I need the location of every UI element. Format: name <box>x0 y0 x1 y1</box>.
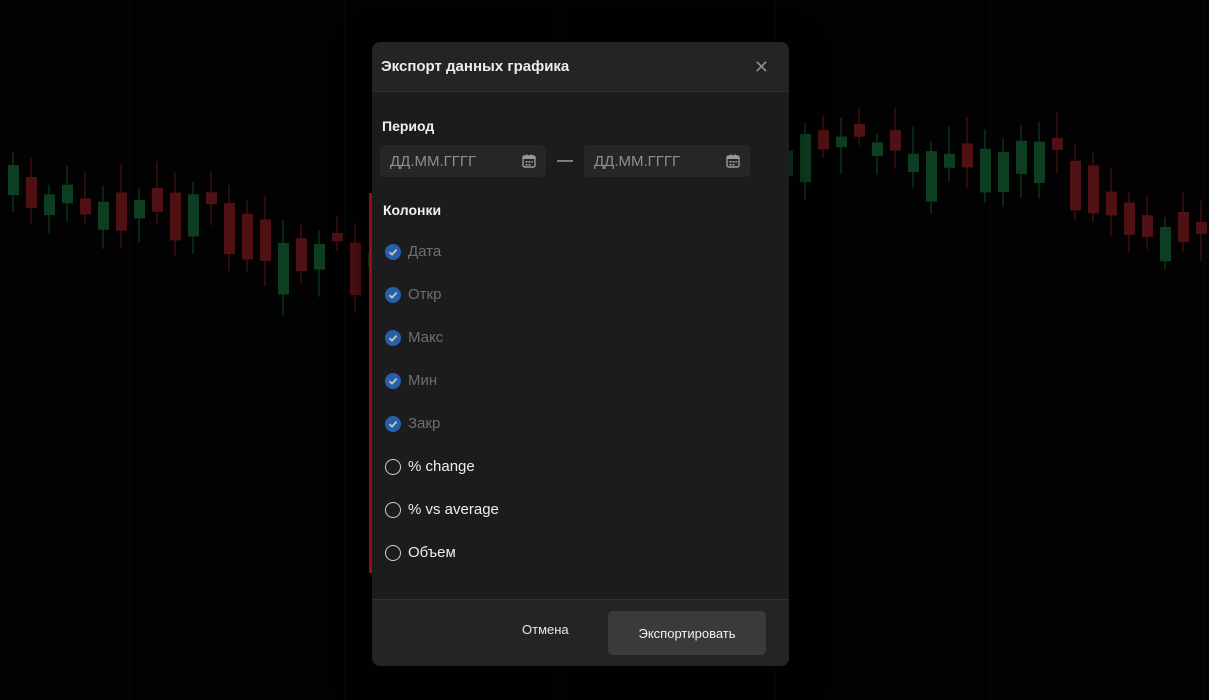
columns-list: Дата Откр Макс Мин Закр % change % vs av… <box>385 230 499 574</box>
column-label: % vs average <box>408 501 499 518</box>
checked-icon <box>385 372 401 389</box>
dialog-footer: Отмена Экспортировать <box>372 599 789 666</box>
cancel-button[interactable]: Отмена <box>522 622 569 637</box>
column-checkbox-volume[interactable]: Объем <box>385 531 499 574</box>
column-checkbox-open[interactable]: Откр <box>385 273 499 316</box>
date-from-field[interactable] <box>380 145 546 177</box>
date-to-field[interactable] <box>584 145 750 177</box>
unchecked-circle-icon <box>385 544 401 561</box>
column-checkbox-close[interactable]: Закр <box>385 402 499 445</box>
column-checkbox-high[interactable]: Макс <box>385 316 499 359</box>
column-label: Мин <box>408 372 438 389</box>
checked-icon <box>385 329 401 346</box>
date-from-input[interactable] <box>390 152 510 170</box>
column-checkbox-low[interactable]: Мин <box>385 359 499 402</box>
export-button[interactable]: Экспортировать <box>608 611 766 655</box>
column-label: % change <box>408 458 475 475</box>
column-label: Объем <box>408 544 456 561</box>
date-range-separator: — <box>557 152 573 169</box>
checked-icon <box>385 415 401 432</box>
checked-icon <box>385 243 401 260</box>
column-label: Дата <box>408 243 442 260</box>
column-checkbox-vs-average[interactable]: % vs average <box>385 488 499 531</box>
date-to-input[interactable] <box>594 152 714 170</box>
close-icon[interactable]: ✕ <box>754 58 769 76</box>
checked-icon <box>385 286 401 303</box>
calendar-icon[interactable] <box>522 154 536 168</box>
calendar-icon[interactable] <box>726 154 740 168</box>
unchecked-circle-icon <box>385 501 401 518</box>
column-checkbox-change[interactable]: % change <box>385 445 499 488</box>
column-label: Откр <box>408 286 442 303</box>
dialog-title: Экспорт данных графика <box>381 58 570 75</box>
column-label: Закр <box>408 415 441 432</box>
columns-label: Колонки <box>383 202 442 218</box>
period-date-range: — <box>380 142 778 180</box>
unchecked-circle-icon <box>385 458 401 475</box>
export-chart-data-dialog: Экспорт данных графика ✕ Период — Колонк… <box>372 42 789 666</box>
column-label: Макс <box>408 329 444 346</box>
column-checkbox-date[interactable]: Дата <box>385 230 499 273</box>
dialog-header: Экспорт данных графика ✕ <box>372 42 789 92</box>
period-label: Период <box>382 118 435 134</box>
